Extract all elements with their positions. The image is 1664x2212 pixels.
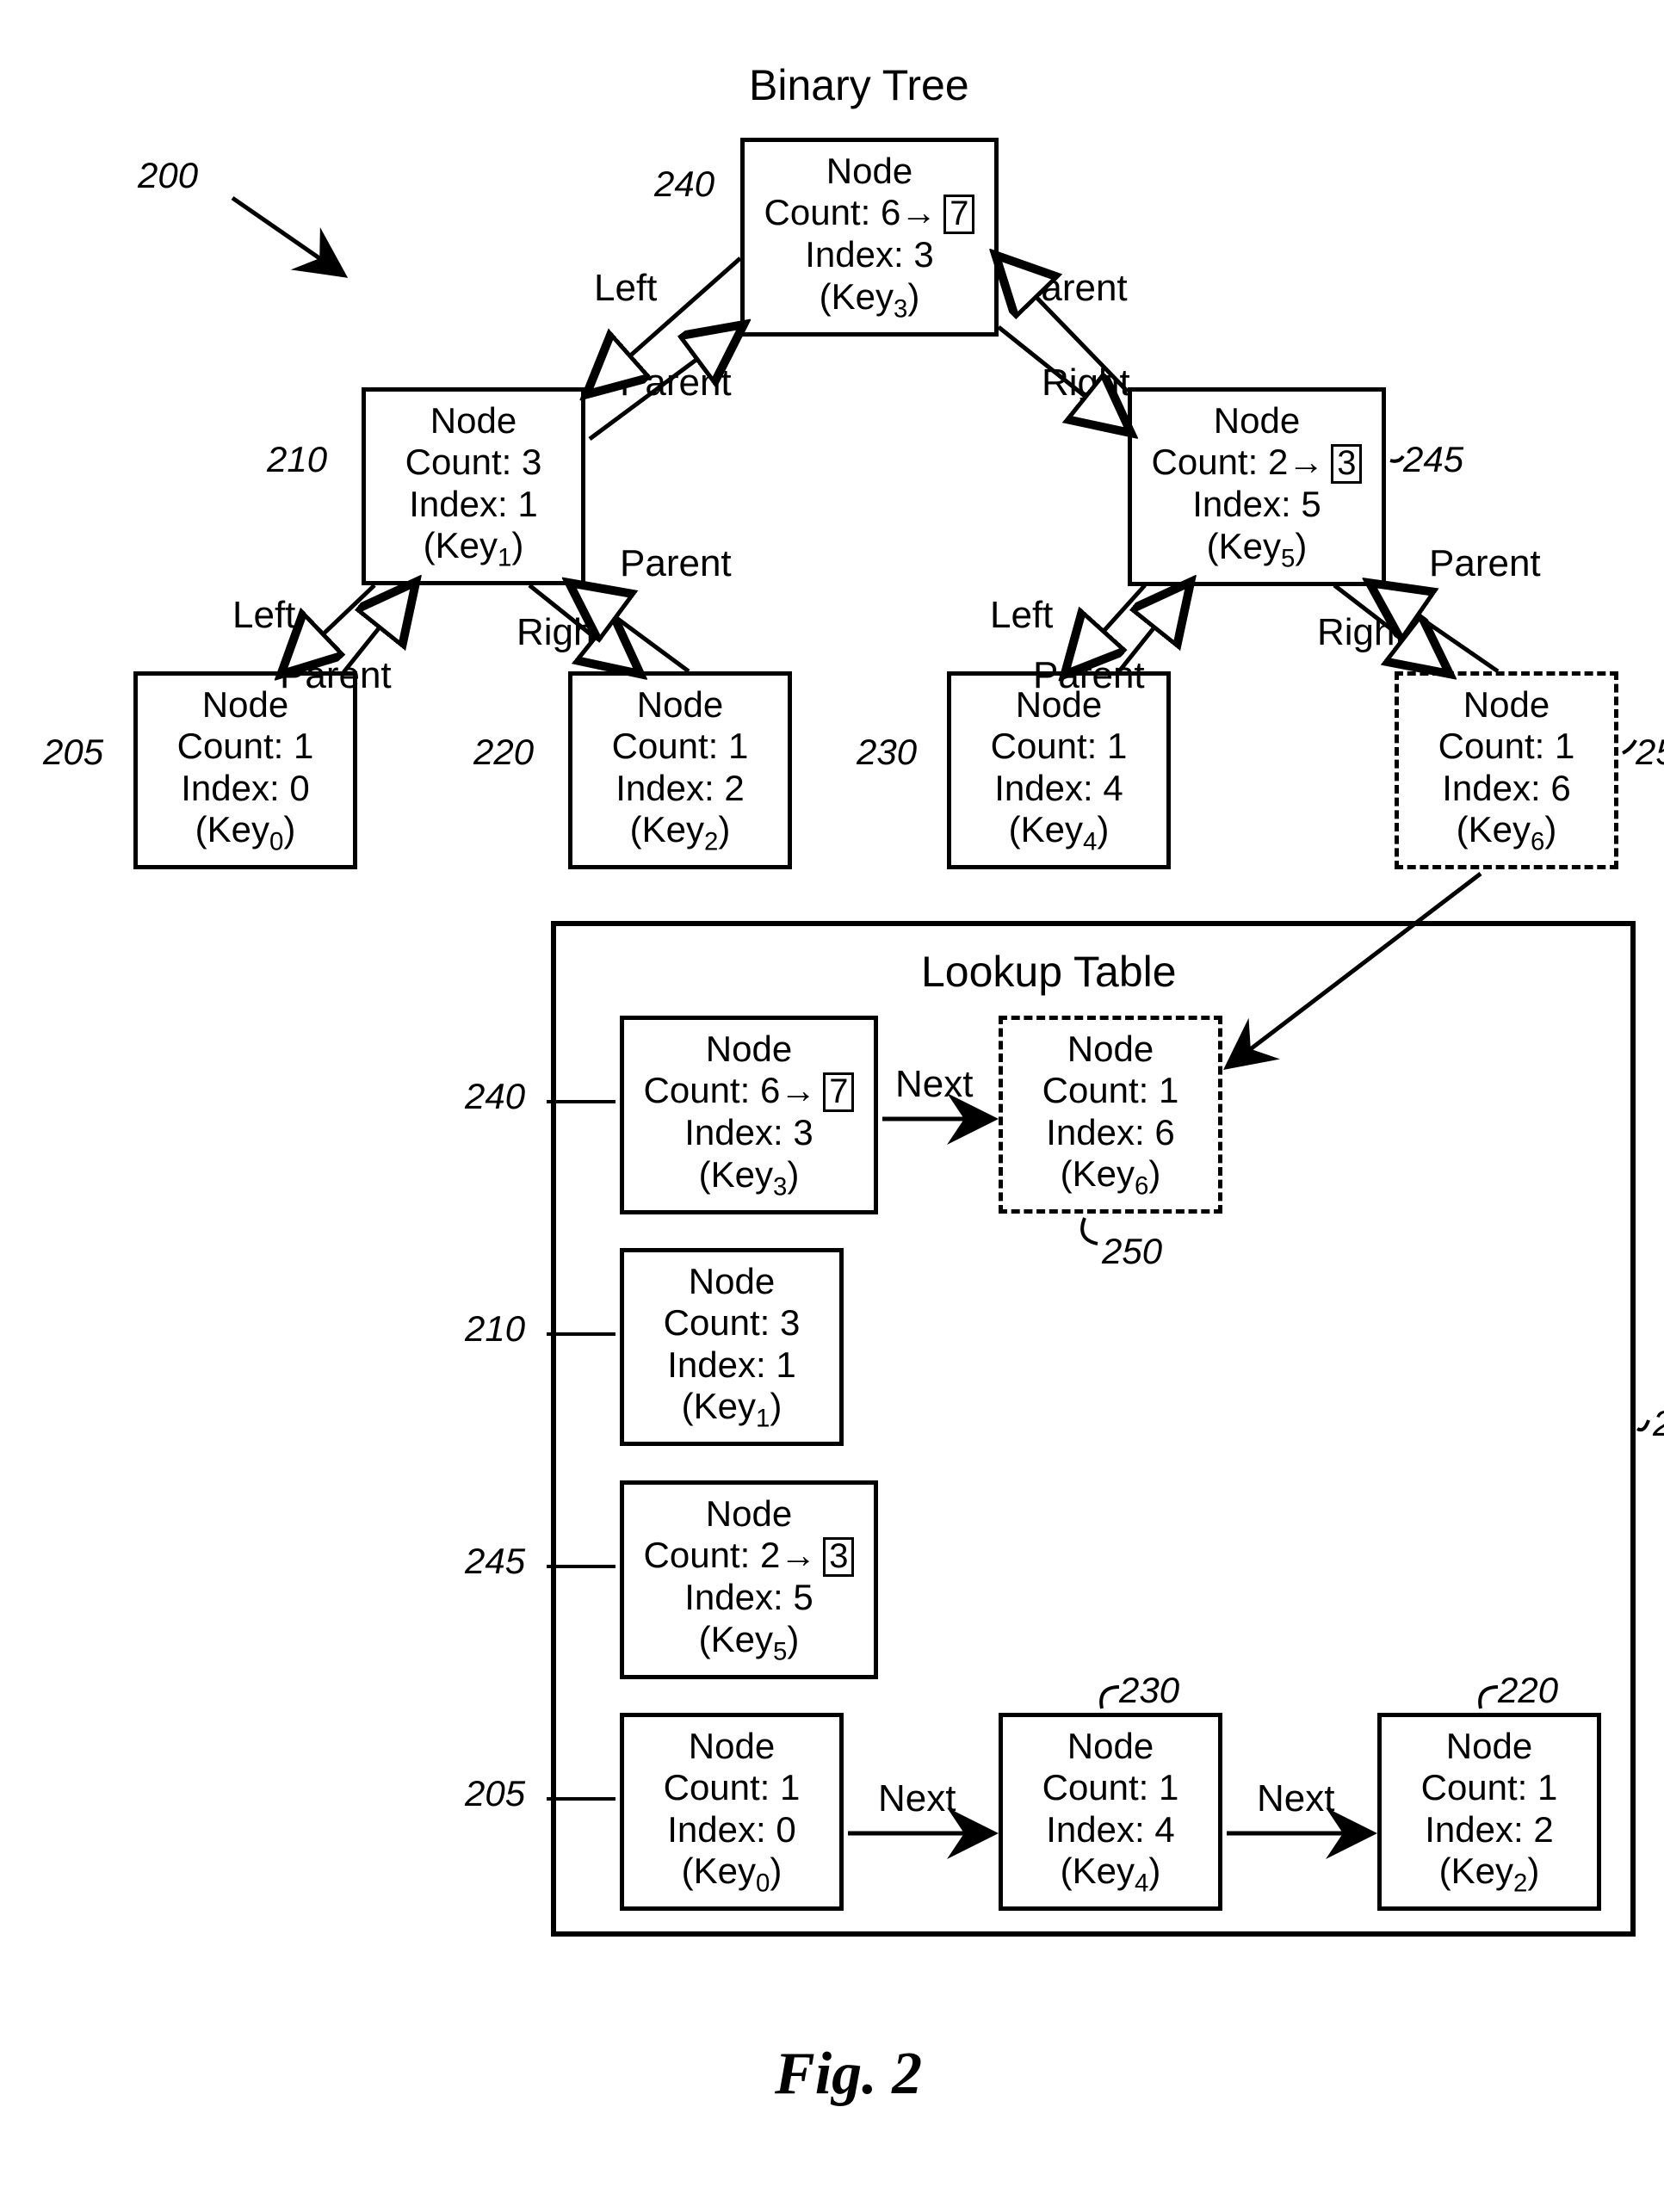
tree-node-245: Node Count: 2→3 Index: 5 (Key5) xyxy=(1128,387,1386,586)
edge-left-1: Left xyxy=(594,267,657,310)
edge-left-3: Left xyxy=(990,594,1053,637)
edge-right-1: Right xyxy=(1042,361,1130,405)
edge-next-2: Next xyxy=(878,1777,956,1820)
edge-next-3: Next xyxy=(1257,1777,1334,1820)
ref-205-tree: 205 xyxy=(43,732,103,773)
ref-250-table: 250 xyxy=(1102,1231,1162,1272)
table-node-230: Node Count: 1 Index: 4 (Key4) xyxy=(999,1713,1222,1911)
tree-node-250: Node Count: 1 Index: 6 (Key6) xyxy=(1395,671,1618,869)
ref-220-table: 220 xyxy=(1498,1670,1558,1711)
ref-210-table: 210 xyxy=(465,1308,525,1350)
ref-230-tree: 230 xyxy=(857,732,917,773)
table-node-210: Node Count: 3 Index: 1 (Key1) xyxy=(620,1248,844,1446)
edge-right-2: Right xyxy=(517,611,605,654)
tree-node-205: Node Count: 1 Index: 0 (Key0) xyxy=(133,671,357,869)
ref-250-tree: 250 xyxy=(1636,732,1664,773)
table-node-220: Node Count: 1 Index: 2 (Key2) xyxy=(1377,1713,1601,1911)
tree-node-220: Node Count: 1 Index: 2 (Key2) xyxy=(568,671,792,869)
diagram-canvas: Binary Tree Lookup Table Fig. 2 200 Node… xyxy=(34,34,1664,2178)
ref-205-table: 205 xyxy=(465,1773,525,1814)
edge-parent-5: Parent xyxy=(1033,654,1145,697)
ref-210-tree: 210 xyxy=(267,439,327,480)
ref-245-table: 245 xyxy=(465,1541,525,1582)
edge-left-2: Left xyxy=(232,594,295,637)
ref-240-tree: 240 xyxy=(654,164,714,205)
ref-230-table: 230 xyxy=(1119,1670,1179,1711)
ref-200: 200 xyxy=(138,155,198,196)
edge-parent-6: Parent xyxy=(1429,542,1541,585)
tree-node-240: Node Count: 6→7 Index: 3 (Key3) xyxy=(740,138,999,337)
tree-node-230: Node Count: 1 Index: 4 (Key4) xyxy=(947,671,1171,869)
edge-next-1: Next xyxy=(895,1063,973,1106)
edge-parent-1: Parent xyxy=(620,361,732,405)
ref-255: 255 xyxy=(1653,1403,1664,1444)
ref-220-tree: 220 xyxy=(473,732,534,773)
table-node-245: Node Count: 2→3 Index: 5 (Key5) xyxy=(620,1480,878,1679)
edge-parent-4: Parent xyxy=(620,542,732,585)
table-node-250: Node Count: 1 Index: 6 (Key6) xyxy=(999,1016,1222,1214)
ref-245-tree: 245 xyxy=(1403,439,1463,480)
tree-title: Binary Tree xyxy=(749,60,969,110)
tree-node-210: Node Count: 3 Index: 1 (Key1) xyxy=(362,387,585,585)
edge-parent-2: Parent xyxy=(1016,267,1128,310)
ref-240-table: 240 xyxy=(465,1076,525,1117)
figure-caption: Fig. 2 xyxy=(775,2040,922,2109)
edge-parent-3: Parent xyxy=(280,654,392,697)
edge-right-3: Right xyxy=(1317,611,1406,654)
table-node-205: Node Count: 1 Index: 0 (Key0) xyxy=(620,1713,844,1911)
table-node-240: Node Count: 6→7 Index: 3 (Key3) xyxy=(620,1016,878,1214)
